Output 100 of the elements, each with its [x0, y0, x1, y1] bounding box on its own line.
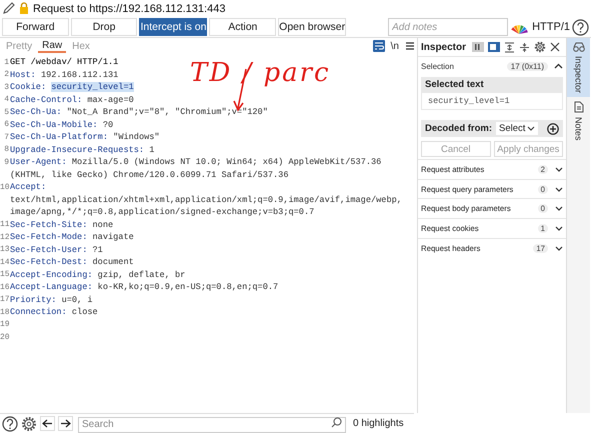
header-value: ?1	[92, 244, 103, 255]
header-name: Accept-Encoding:	[10, 270, 93, 280]
note-icon	[574, 101, 584, 114]
selection-count: 17 (0x11)	[506, 62, 548, 70]
line-number: 16	[0, 282, 9, 292]
close-icon[interactable]	[550, 42, 560, 52]
back-arrow-icon	[42, 419, 53, 428]
line-number: 19	[0, 320, 9, 330]
collapse-icon[interactable]	[519, 42, 530, 52]
header-value: close	[72, 307, 98, 318]
line-number: 20	[0, 332, 9, 342]
toolbar-button[interactable]: Drop	[70, 18, 138, 36]
header-value: 192.168.112.131	[40, 70, 118, 80]
chevron-down-icon	[555, 186, 563, 192]
request-line: GET /webdav/ HTTP/1.1	[10, 57, 118, 68]
header-value: "Not_A Brand";v="8", "Chromium";v="120"	[66, 107, 268, 118]
newline-toggle[interactable]: \n	[390, 40, 399, 52]
layout-panel-icon[interactable]	[488, 42, 500, 52]
toolbar-button[interactable]: Action	[209, 18, 276, 36]
header-name: Sec-Ch-Ua:	[10, 107, 62, 118]
line-number: 12	[0, 232, 9, 242]
search-icon[interactable]	[331, 417, 342, 428]
back-button[interactable]	[40, 416, 55, 431]
wrap-lines-icon[interactable]	[372, 40, 385, 52]
header-name: Sec-Fetch-Site:	[10, 220, 88, 230]
line-number: 2	[3, 70, 9, 80]
view-tab[interactable]: Raw	[38, 39, 66, 53]
settings-icon[interactable]	[21, 416, 37, 432]
header-value: ?0	[102, 120, 114, 130]
line-number: 9	[3, 158, 9, 167]
line-number: 17	[0, 295, 9, 304]
line-number: 11	[0, 220, 9, 230]
header-name: Priority:	[10, 294, 56, 305]
settings-icon[interactable]	[534, 41, 546, 53]
header-name: User-Agent:	[10, 157, 67, 168]
side-tab[interactable]: Inspector	[567, 38, 590, 98]
line-number: 7	[3, 132, 9, 142]
line-number: 10	[0, 182, 9, 192]
selection-label: Selection	[421, 62, 454, 70]
layout-columns-icon[interactable]	[472, 42, 484, 52]
header-name: Host:	[10, 70, 36, 80]
header-value: 1	[149, 144, 154, 155]
header-name: Sec-Ch-Ua-Platform:	[10, 132, 108, 142]
header-name: Cache-Control:	[10, 94, 82, 105]
selected-text-value: security_level=1	[421, 92, 563, 110]
header-value: max-age=0	[87, 94, 134, 105]
header-name: Sec-Fetch-Mode:	[10, 232, 88, 242]
side-tab[interactable]: Notes	[567, 97, 590, 145]
window-title: Request to https://192.168.112.131:443	[33, 2, 226, 14]
chevron-down-icon	[555, 246, 563, 251]
line-number: 5	[3, 108, 9, 117]
header-value: u=0, i	[62, 294, 93, 305]
line-number: 13	[0, 245, 9, 254]
header-value: text/html,application/xhtml+xml,application/xml;q=0.9,image/avif,image/webp,	[10, 194, 402, 205]
line-number: 3	[3, 82, 9, 92]
help-icon[interactable]	[572, 18, 590, 36]
inspector-title: Inspector	[421, 42, 466, 52]
toolbar-button[interactable]: Intercept is on	[139, 18, 208, 36]
header-name: Connection:	[10, 307, 67, 318]
header-value: Mozilla/5.0 (Windows NT 10.0; Win64; x64) AppleWebKit/537.36	[72, 157, 382, 168]
add-icon[interactable]	[547, 122, 559, 134]
header-value: document	[92, 257, 134, 268]
chevron-down-icon	[527, 126, 536, 131]
chevron-down-icon	[555, 226, 563, 231]
chevron-down-icon	[555, 166, 563, 172]
header-name: Upgrade-Insecure-Requests:	[10, 144, 144, 155]
line-number: 1	[3, 58, 9, 67]
header-value: none	[92, 220, 114, 230]
padlock-icon	[19, 2, 29, 15]
chevron-down-icon	[555, 206, 563, 212]
header-name: Sec-Fetch-Dest:	[10, 257, 88, 268]
highlights-count: 0 highlights	[353, 418, 404, 429]
help-icon[interactable]	[2, 416, 18, 432]
line-number: 6	[3, 120, 9, 130]
expand-icon[interactable]	[504, 42, 516, 52]
toolbar-button[interactable]: Open browser	[278, 18, 346, 36]
decoded-from-label: Decoded from:	[425, 123, 492, 134]
line-number: 18	[0, 308, 9, 317]
line-number: 14	[0, 258, 9, 267]
header-name: Sec-Fetch-User:	[10, 244, 88, 255]
line-number: 4	[3, 95, 9, 104]
pencil-icon	[2, 2, 15, 15]
header-value: (KHTML, like Gecko) Chrome/120.0.6099.71 Safari/537.36	[10, 170, 288, 180]
header-value: navigate	[92, 232, 134, 242]
decoder-dropdown[interactable]: Select	[496, 122, 538, 135]
line-number: 15	[0, 270, 9, 280]
header-name: Accept:	[10, 182, 46, 192]
toolbar-button[interactable]: Forward	[2, 18, 69, 36]
glasses-icon	[572, 42, 584, 52]
line-number: 8	[3, 145, 9, 154]
protocol-label: HTTP/1	[532, 21, 570, 33]
forward-arrow-icon	[60, 419, 71, 428]
caret-up-icon[interactable]	[554, 63, 563, 69]
header-name: Accept-Language:	[10, 282, 93, 292]
header-value: security_level=1	[51, 82, 134, 92]
search-field[interactable]: Search	[78, 416, 346, 433]
menu-icon[interactable]	[405, 41, 415, 51]
forward-button[interactable]	[58, 416, 73, 431]
header-value: ko-KR,ko;q=0.9,en-US;q=0.8,en;q=0.7	[98, 282, 278, 292]
header-name: Sec-Ch-Ua-Mobile:	[10, 120, 98, 130]
